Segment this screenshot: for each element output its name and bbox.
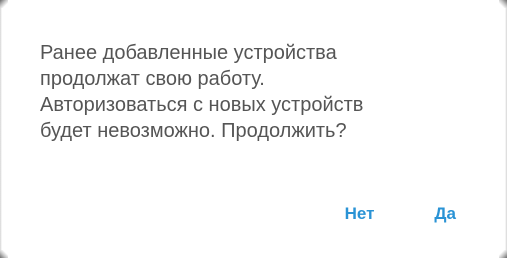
confirm-dialog: Ранее добавленные устройства продолжат с…: [0, 0, 507, 258]
screen-frame: Ранее добавленные устройства продолжат с…: [0, 0, 507, 258]
yes-button[interactable]: Да: [430, 200, 460, 228]
no-button[interactable]: Нет: [341, 200, 379, 228]
dialog-actions: Нет Да: [341, 200, 460, 228]
dialog-message: Ранее добавленные устройства продолжат с…: [40, 42, 364, 142]
